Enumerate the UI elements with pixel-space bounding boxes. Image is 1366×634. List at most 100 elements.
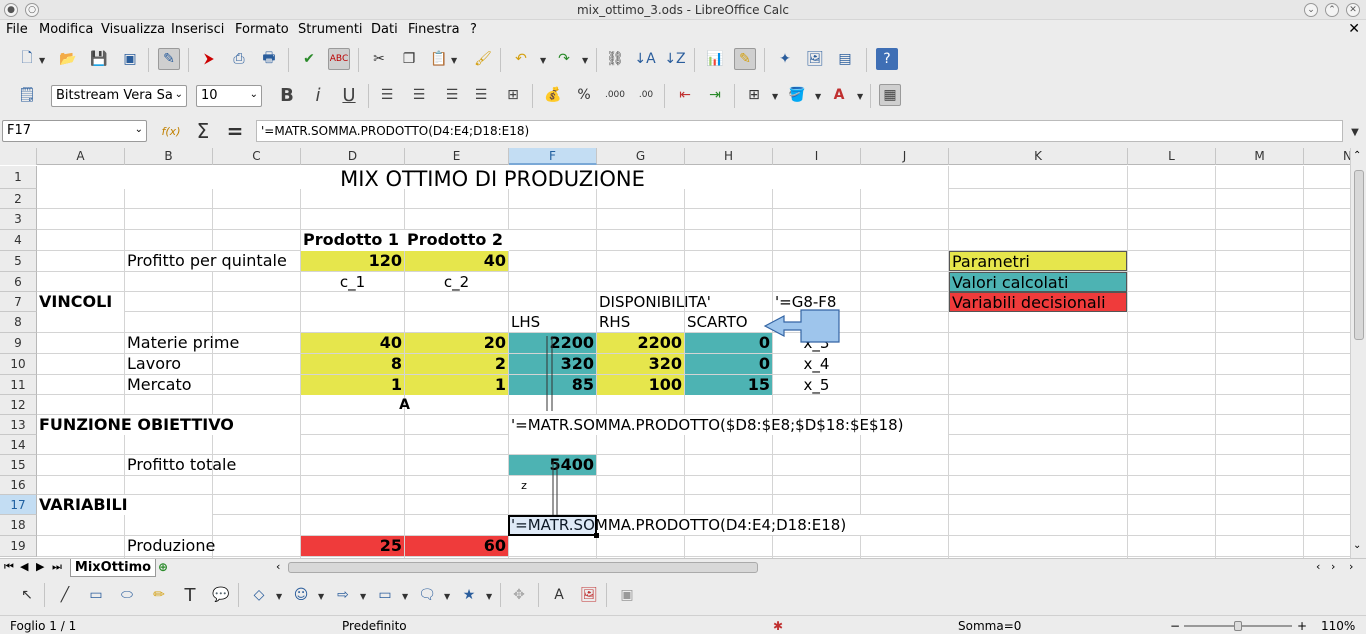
toggle-grid-icon[interactable]: ▦ [879,84,901,106]
line-icon[interactable]: ╱ [54,584,76,606]
print-preview-icon[interactable]: 🖶 [258,48,280,70]
percent-format-icon[interactable]: % [573,84,595,106]
ellipse-icon[interactable]: ⬭ [116,584,138,606]
status-sum[interactable]: Somma=0 [958,619,1021,633]
sort-descending-icon[interactable]: ↓Z [664,48,686,70]
row-header-17[interactable]: 17 [0,495,37,515]
column-header-g[interactable]: G [597,148,685,165]
background-color-icon[interactable]: 🪣 [786,84,808,106]
zoom-level[interactable]: 110% [1321,619,1355,633]
currency-format-icon[interactable]: 💰 [542,84,564,106]
zoom-in-icon[interactable]: + [1297,619,1307,633]
redo-icon[interactable]: ↷ [553,48,575,70]
font-name-combo[interactable]: Bitstream Vera Sa ⌄ [51,85,187,107]
insert-chart-icon[interactable]: 📊 [704,48,726,70]
row-header-12[interactable]: 12 [0,395,37,415]
row-header-11[interactable]: 11 [0,375,37,395]
row-header-10[interactable]: 10 [0,354,37,375]
styles-icon[interactable]: 🗒 [16,84,38,106]
symbol-shapes-icon[interactable]: ☺ [290,584,312,606]
autospell-icon[interactable]: ABC [328,48,350,70]
column-header-f[interactable]: F [509,148,597,165]
cell-grid[interactable]: MIX OTTIMO DI PRODUZIONE Prodotto 1 Prod… [37,166,1350,558]
row-header-4[interactable]: 4 [0,230,37,251]
symbol-shapes-dropdown-icon[interactable]: ▼ [318,592,324,601]
connector-line-f8-f12[interactable] [546,336,553,411]
row-header-8[interactable]: 8 [0,312,37,333]
last-sheet-icon[interactable]: ⏭ [52,560,62,574]
scroll-left-end-icon[interactable]: ‹ [1316,560,1320,573]
column-header-m[interactable]: M [1216,148,1304,165]
zoom-slider-thumb[interactable] [1234,621,1242,631]
show-draw-functions-icon[interactable]: ✎ [734,48,756,70]
row-header-16[interactable]: 16 [0,476,37,495]
zoom-out-icon[interactable]: − [1170,619,1180,633]
spellcheck-icon[interactable]: ✔ [298,48,320,70]
row-header-9[interactable]: 9 [0,333,37,354]
font-size-combo[interactable]: 10 ⌄ [196,85,262,107]
next-sheet-icon[interactable]: ▶ [36,560,44,573]
column-header-j[interactable]: J [861,148,949,165]
sort-ascending-icon[interactable]: ↓A [634,48,656,70]
scroll-right-icon[interactable]: › [1331,560,1335,573]
name-box[interactable]: F17 ⌄ [2,120,147,142]
points-icon[interactable]: ✥ [508,584,530,606]
add-sheet-icon[interactable]: ⊕ [158,560,168,574]
callouts-dropdown-icon[interactable]: ▼ [444,592,450,601]
menu-help[interactable]: ? [470,22,477,37]
undo-dropdown-icon[interactable]: ▼ [540,56,546,65]
column-header-a[interactable]: A [37,148,125,165]
merge-cells-icon[interactable]: ⊞ [502,84,524,106]
freeform-icon[interactable]: ✏ [148,584,170,606]
menu-file[interactable]: File [6,22,28,37]
horizontal-scroll-thumb[interactable] [288,562,758,573]
vertical-scroll-thumb[interactable] [1354,170,1364,340]
font-color-icon[interactable]: A [828,84,850,106]
status-page-style[interactable]: Predefinito [342,619,407,633]
block-arrows-dropdown-icon[interactable]: ▼ [360,592,366,601]
vertical-scrollbar[interactable]: ⌃ ⌄ [1350,148,1366,558]
copy-icon[interactable]: ❐ [398,48,420,70]
align-center-icon[interactable]: ☰ [408,84,430,106]
paste-dropdown-icon[interactable]: ▼ [451,56,457,65]
save-remote-icon[interactable]: ▣ [119,48,141,70]
maximize-icon[interactable]: ⌃ [1325,3,1339,17]
delete-decimal-icon[interactable]: .00 [635,84,657,106]
font-color-dropdown-icon[interactable]: ▼ [857,92,863,101]
column-header-d[interactable]: D [301,148,405,165]
help-icon[interactable]: ? [876,48,898,70]
row-header-7[interactable]: 7 [0,292,37,312]
row-header-18[interactable]: 18 [0,515,37,536]
data-sources-icon[interactable]: ▤ [834,48,856,70]
navigator-icon[interactable]: ✦ [774,48,796,70]
from-file-icon[interactable]: 🖼 [578,584,600,606]
text-icon[interactable]: T [179,584,201,606]
callout-arrow-shape[interactable] [763,309,840,343]
borders-icon[interactable]: ⊞ [743,84,765,106]
row-header-3[interactable]: 3 [0,209,37,230]
scroll-up-icon[interactable]: ⌃ [1353,150,1361,161]
new-document-icon[interactable]: 🗋 [16,48,38,70]
stars-dropdown-icon[interactable]: ▼ [486,592,492,601]
extrusion-icon[interactable]: ▣ [616,584,638,606]
clone-formatting-icon[interactable]: 🖌 [472,48,494,70]
select-all-corner[interactable] [0,148,37,165]
sum-icon[interactable]: Σ [192,119,214,143]
column-header-h[interactable]: H [685,148,773,165]
scroll-left-icon[interactable]: ‹ [276,560,280,573]
row-header-5[interactable]: 5 [0,251,37,272]
menu-finestra[interactable]: Finestra [408,22,460,37]
cut-icon[interactable]: ✂ [368,48,390,70]
undo-icon[interactable]: ↶ [510,48,532,70]
first-sheet-icon[interactable]: ⏮ [4,560,14,574]
column-header-b[interactable]: B [125,148,213,165]
select-pointer-icon[interactable]: ↖ [16,584,38,606]
open-icon[interactable]: 📂 [57,48,79,70]
column-header-k[interactable]: K [949,148,1128,165]
paste-icon[interactable]: 📋 [428,48,450,70]
background-dropdown-icon[interactable]: ▼ [815,92,821,101]
close-document-icon[interactable]: ✕ [1348,21,1360,37]
redo-dropdown-icon[interactable]: ▼ [582,56,588,65]
underline-icon[interactable]: U [338,84,360,106]
connector-line-f14-f17[interactable] [552,462,558,515]
